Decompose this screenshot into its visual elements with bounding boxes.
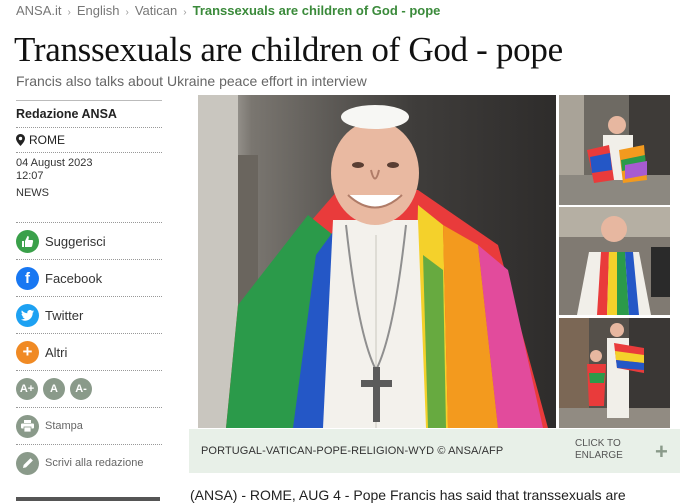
article-time: 12:07 [16,170,44,182]
print-label: Stampa [45,420,83,432]
map-pin-icon [16,134,25,146]
share-more-label: Altri [45,344,68,360]
breadcrumb: ANSA.it › English › Vatican › Transsexuals are… [16,3,440,18]
thumbnail-photo [559,95,670,205]
facebook-icon: f [16,266,39,290]
font-decrease-button[interactable]: A- [70,378,92,400]
photo-caption: PORTUGAL-VATICAN-POPE-RELIGION-WYD © ANS… [201,445,504,457]
thumbs-up-icon [16,229,39,253]
thumbnail-photo [559,207,670,315]
gallery-thumbnail[interactable] [559,207,670,315]
breadcrumb-english[interactable]: English [77,3,120,18]
article-category[interactable]: NEWS [16,187,162,200]
font-increase-button[interactable]: A+ [16,378,38,400]
print-button[interactable]: Stampa [16,408,162,444]
page-subtitle: Francis also talks about Ukraine peace e… [16,73,367,89]
pencil-icon [16,451,39,475]
share-twitter[interactable]: Twitter [16,297,162,333]
article-date: 04 August 2023 [16,157,93,169]
share-suggerisci[interactable]: Suggerisci [16,223,162,259]
share-twitter-label: Twitter [45,307,84,323]
article-meta: 04 August 2023 12:07 NEWS [16,153,162,200]
pope-rainbow-flag-photo [198,95,556,428]
write-to-editors-button[interactable]: Scrivi alla redazione [16,445,162,481]
font-reset-button[interactable]: A [43,378,65,400]
main-photo[interactable] [198,95,556,428]
enlarge-link[interactable]: CLICK TO ENLARGE [575,438,623,462]
share-facebook[interactable]: f Facebook [16,260,162,296]
page-title: Transsexuals are children of God - pope [14,30,563,69]
plus-icon: + [16,340,39,364]
author-name[interactable]: Redazione ANSA [16,101,162,127]
twitter-icon [16,303,39,327]
chevron-right-icon: › [67,7,71,18]
enlarge-line-1: CLICK TO [575,438,621,449]
share-facebook-label: Facebook [45,270,103,286]
article-sidebar: Redazione ANSA ROME 04 August 2023 12:07… [16,100,162,481]
location-label: ROME [29,133,65,147]
enlarge-line-2: ENLARGE [575,450,623,461]
breadcrumb-vatican[interactable]: Vatican [135,3,177,18]
chevron-right-icon: › [125,7,129,18]
enlarge-plus-icon[interactable]: + [655,439,668,465]
breadcrumb-home[interactable]: ANSA.it [16,3,62,18]
chevron-right-icon: › [183,7,187,18]
sidebar-bottom-bar [16,497,160,501]
share-suggerisci-label: Suggerisci [45,233,106,249]
printer-icon [16,414,39,438]
breadcrumb-current[interactable]: Transsexuals are children of God - pope [193,3,441,18]
font-size-controls: A+ A A- [16,371,162,407]
location: ROME [16,128,162,152]
photo-caption-bar: PORTUGAL-VATICAN-POPE-RELIGION-WYD © ANS… [189,429,680,473]
gallery-thumbnail[interactable] [559,95,670,205]
share-more[interactable]: + Altri [16,334,162,370]
write-label: Scrivi alla redazione [45,457,144,469]
thumbnail-photo [559,318,670,428]
gallery-thumbnail[interactable] [559,318,670,428]
